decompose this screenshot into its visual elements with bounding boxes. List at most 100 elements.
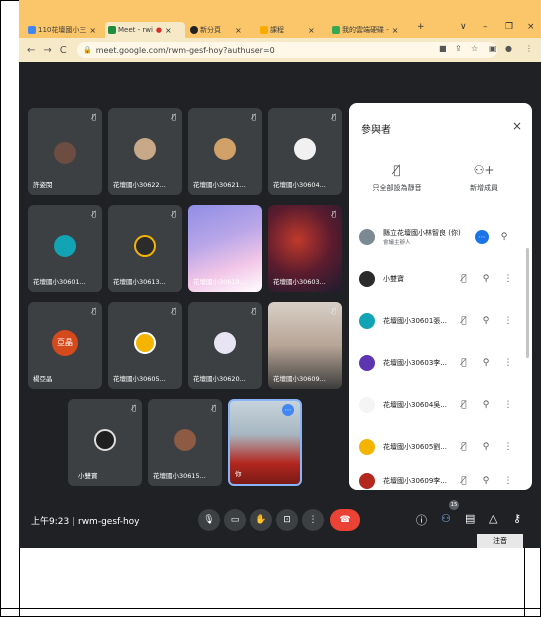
- avatar: [54, 235, 76, 257]
- close-icon[interactable]: ×: [392, 26, 399, 35]
- avatar: [359, 473, 375, 489]
- chat-icon: ▤: [465, 512, 476, 525]
- participant-row[interactable]: 花壇國小30609李... 🎙̸ ⚲ ⋮: [359, 467, 527, 490]
- mic-off-icon: 🎙̸: [91, 307, 96, 315]
- participant-tile[interactable]: 🎙̸ 亞晶 楊亞晶: [28, 302, 102, 389]
- ime-indicator[interactable]: 注音: [477, 534, 523, 548]
- more-vert-icon[interactable]: ⋮: [497, 358, 519, 368]
- leave-call-button[interactable]: ☎: [330, 509, 360, 531]
- pin-icon[interactable]: ⚲: [475, 476, 497, 486]
- reload-icon[interactable]: C: [60, 45, 67, 56]
- meeting-details-button[interactable]: ⓘ: [416, 512, 427, 528]
- participant-row[interactable]: 花壇國小30605劉... 🎙̸ ⚲ ⋮: [359, 433, 527, 461]
- chat-button[interactable]: ▤: [465, 512, 475, 525]
- share-icon[interactable]: ⇪: [455, 44, 462, 53]
- present-button[interactable]: ⊡: [276, 509, 298, 531]
- window-close-icon[interactable]: ×: [527, 22, 535, 32]
- pin-icon[interactable]: ⚲: [475, 358, 497, 368]
- participant-tile[interactable]: 🎙̸ 小雙寶: [68, 399, 142, 486]
- tab-new[interactable]: 新分頁 ×: [187, 22, 255, 38]
- more-vert-icon[interactable]: ⋮: [497, 316, 519, 326]
- close-icon[interactable]: ×: [308, 26, 315, 35]
- participant-row[interactable]: 花壇國小30603李... 🎙̸ ⚲ ⋮: [359, 349, 527, 377]
- pin-icon[interactable]: ⚲: [475, 400, 497, 410]
- participant-name: 花壇國小30604...: [273, 181, 326, 189]
- panel-scrollbar[interactable]: [526, 248, 529, 358]
- tab-course[interactable]: 課程 ×: [257, 22, 327, 38]
- participant-tile[interactable]: 🎙̸ 花壇國小30620...: [188, 302, 262, 389]
- mic-off-icon[interactable]: 🎙̸: [453, 442, 475, 452]
- add-people-button[interactable]: ⚇+ 新增成員: [444, 163, 524, 193]
- more-vert-icon[interactable]: ⋮: [497, 400, 519, 410]
- close-icon[interactable]: ×: [89, 26, 96, 35]
- mic-off-icon[interactable]: 🎙̸: [453, 274, 475, 284]
- tab-classroom[interactable]: 110花壇國小三 ×: [25, 22, 105, 38]
- participant-tile[interactable]: 🎙̸ 花壇國小30605...: [108, 302, 182, 389]
- mic-off-icon[interactable]: 🎙̸: [453, 316, 475, 326]
- camera-in-use-icon[interactable]: ■: [439, 44, 447, 53]
- menu-dots-icon[interactable]: ⋮: [525, 44, 533, 53]
- more-options-icon[interactable]: ⋯: [282, 404, 294, 416]
- participant-row[interactable]: 花壇國小30604吳... 🎙̸ ⚲ ⋮: [359, 391, 527, 419]
- participant-row[interactable]: 縣立花壇國小林智良 (你) 會議主辦人 ⋯ ⚲: [359, 223, 527, 251]
- restore-icon[interactable]: ❐: [505, 22, 513, 32]
- pin-icon[interactable]: ⚲: [475, 442, 497, 452]
- tab-meet[interactable]: Meet - rwi ● ×: [105, 22, 185, 38]
- new-tab-button[interactable]: +: [417, 22, 425, 32]
- close-icon[interactable]: ×: [235, 26, 242, 35]
- participant-tile[interactable]: 🎙̸ 花壇國小30601...: [28, 205, 102, 292]
- participant-video-tile[interactable]: 花壇國小30619...: [188, 205, 262, 292]
- minimize-icon[interactable]: –: [483, 22, 488, 32]
- participant-tile[interactable]: 🎙̸ 許姿閔: [28, 108, 102, 195]
- pin-icon[interactable]: ⚲: [493, 232, 515, 242]
- more-options-icon[interactable]: ⋯: [471, 230, 493, 244]
- tab-search-icon[interactable]: ∨: [460, 22, 467, 32]
- participant-tile[interactable]: 🎙̸ 花壇國小30621...: [188, 108, 262, 195]
- camera-toggle-button[interactable]: ▭: [224, 509, 246, 531]
- raise-hand-button[interactable]: ✋: [250, 509, 272, 531]
- participant-name: 小雙寶: [78, 472, 98, 480]
- participant-name: 縣立花壇國小林智良 (你) 會議主辦人: [383, 228, 471, 246]
- forward-icon[interactable]: →: [43, 45, 51, 56]
- mute-all-button[interactable]: 🎙̸ 只全部設為靜音: [357, 163, 437, 193]
- extension-icon[interactable]: ▣: [489, 44, 497, 53]
- participant-row[interactable]: 小雙寶 🎙̸ ⚲ ⋮: [359, 265, 527, 293]
- tab-drive[interactable]: 我的雲端硬碟 - ×: [329, 22, 411, 38]
- mic-off-icon[interactable]: 🎙̸: [453, 358, 475, 368]
- back-icon[interactable]: ←: [27, 45, 35, 56]
- self-video-tile[interactable]: ⋯ 你: [228, 399, 302, 486]
- more-options-button[interactable]: ⋮: [302, 509, 324, 531]
- more-vert-icon[interactable]: ⋮: [497, 442, 519, 452]
- bookmark-star-icon[interactable]: ☆: [471, 44, 478, 53]
- pin-icon[interactable]: ⚲: [475, 316, 497, 326]
- profile-avatar-icon[interactable]: ●: [505, 44, 512, 53]
- address-bar[interactable]: 🔒 meet.google.com/rwm-gesf-hoy?authuser=…: [77, 42, 497, 58]
- participant-tile[interactable]: 🎙̸ 花壇國小30613...: [108, 205, 182, 292]
- recording-dot-icon: ●: [155, 26, 163, 34]
- mic-off-icon[interactable]: 🎙̸: [453, 400, 475, 410]
- close-icon[interactable]: ×: [512, 119, 522, 133]
- mic-toggle-button[interactable]: 🎙: [198, 509, 220, 531]
- participant-video-tile[interactable]: 🎙̸ 花壇國小30603...: [268, 205, 342, 292]
- participant-video-tile[interactable]: 🎙̸ 花壇國小30609...: [268, 302, 342, 389]
- participant-count-badge: 15: [449, 500, 459, 510]
- mic-off-icon: 🎙̸: [331, 210, 336, 218]
- participant-tile[interactable]: 🎙̸ 花壇國小30615...: [148, 399, 222, 486]
- tab-label: 新分頁: [200, 26, 221, 34]
- participant-row[interactable]: 花壇國小30601張... 🎙̸ ⚲ ⋮: [359, 307, 527, 335]
- participant-tile[interactable]: 🎙̸ 花壇國小30622...: [108, 108, 182, 195]
- mic-off-icon: 🎙̸: [251, 307, 256, 315]
- host-controls-button[interactable]: ⚷: [513, 512, 521, 525]
- participant-name: 楊亞晶: [33, 375, 53, 383]
- mic-off-icon: 🎙̸: [171, 210, 176, 218]
- people-button[interactable]: ⚇: [441, 512, 451, 525]
- mic-off-icon[interactable]: 🎙̸: [453, 476, 475, 486]
- more-vert-icon[interactable]: ⋮: [497, 274, 519, 284]
- pin-icon[interactable]: ⚲: [475, 274, 497, 284]
- meeting-controls-bar: 上午9:23 | rwm-gesf-hoy 🎙 ▭ ✋ ⊡ ⋮ ☎ ⓘ ⚇ 15…: [19, 495, 541, 548]
- more-vert-icon[interactable]: ⋮: [497, 476, 519, 486]
- participant-tile[interactable]: 🎙̸ 花壇國小30604...: [268, 108, 342, 195]
- avatar: 亞晶: [52, 330, 78, 356]
- activities-button[interactable]: △: [489, 512, 497, 525]
- close-icon[interactable]: ×: [165, 26, 172, 35]
